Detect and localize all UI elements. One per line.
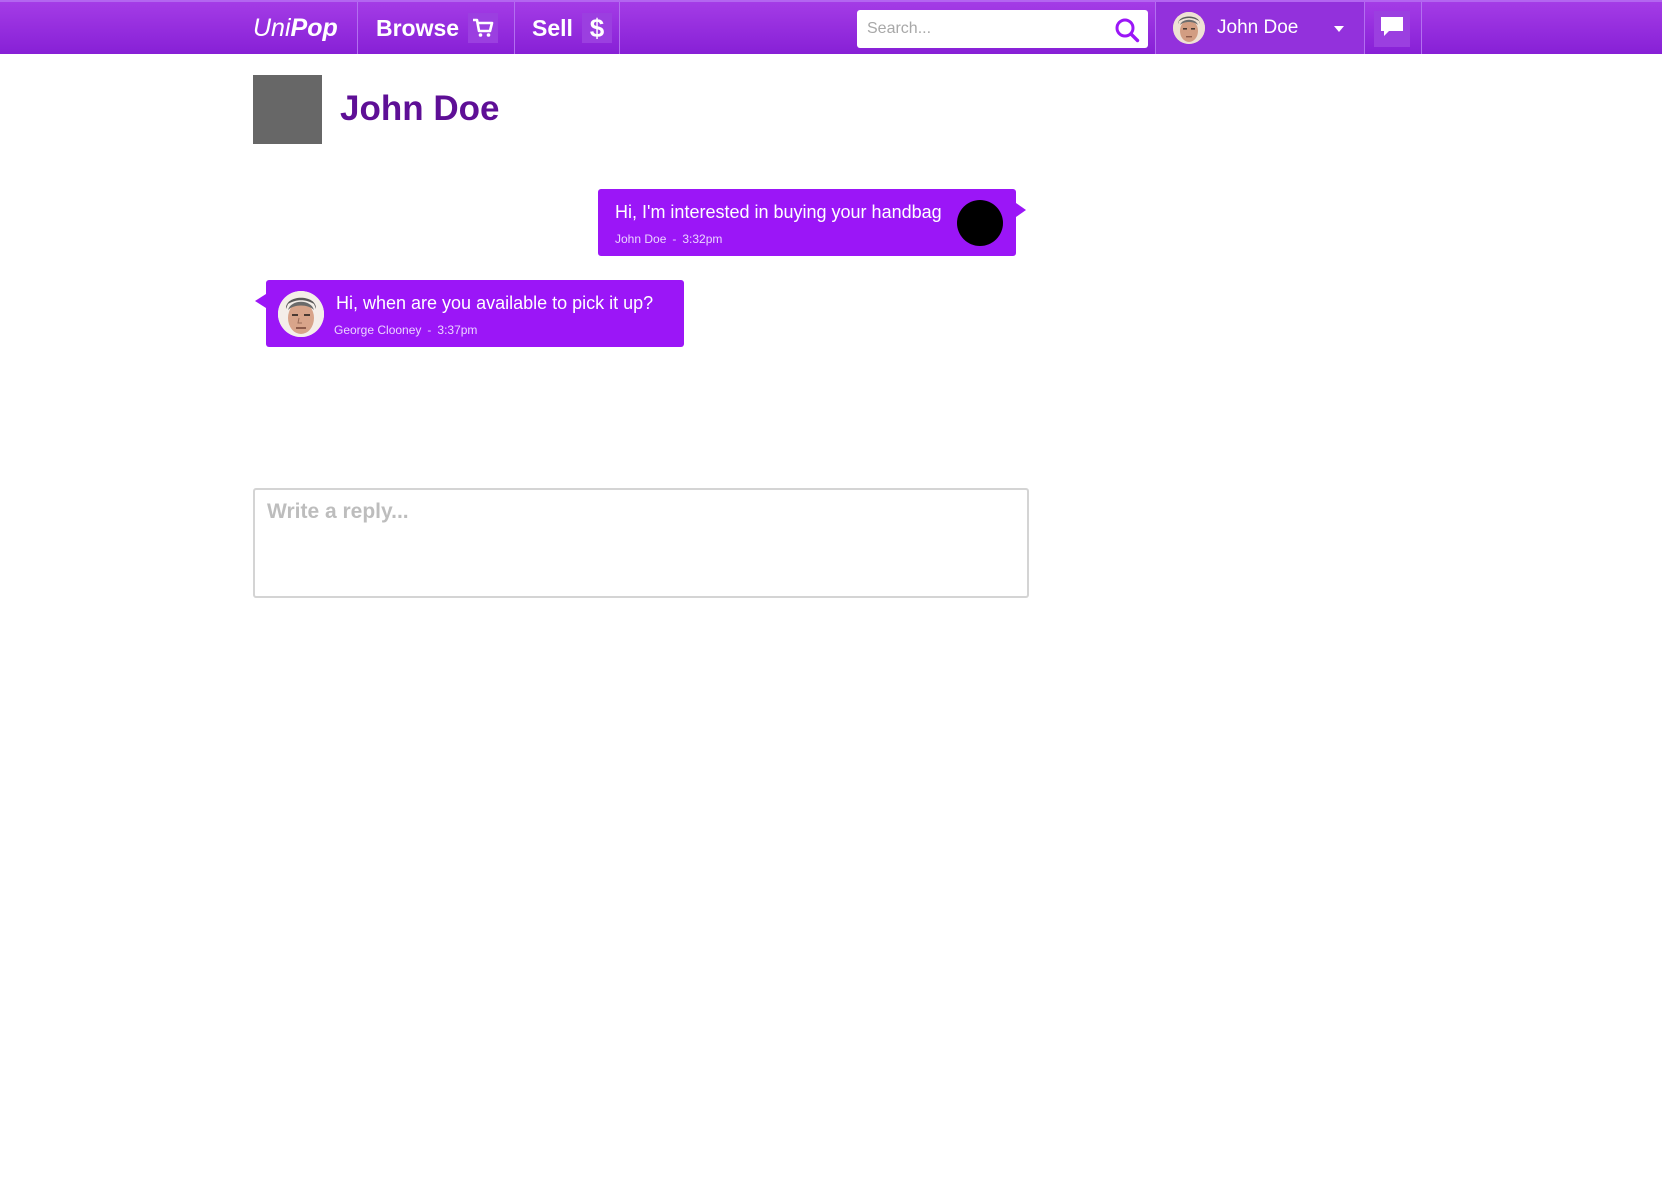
user-avatar: [1173, 12, 1205, 44]
chevron-down-icon: [1334, 26, 1344, 32]
sell-nav-button[interactable]: Sell $: [532, 2, 612, 54]
message-author: John Doe: [615, 232, 667, 246]
chat-icon: [1380, 16, 1404, 43]
message-time: 3:32pm: [682, 232, 723, 246]
message-time: 3:37pm: [437, 323, 478, 337]
nav-divider: [357, 2, 358, 54]
message-bubble-incoming: Hi, when are you available to pick it up…: [255, 280, 684, 347]
user-name: John Doe: [1217, 17, 1299, 38]
top-navbar: UniPop Browse Sell $ Search... John Doe: [0, 0, 1662, 54]
cart-icon: [468, 13, 499, 43]
nav-divider: [514, 2, 515, 54]
nav-divider: [1364, 2, 1365, 54]
bubble-tail: [1016, 203, 1026, 217]
search-icon[interactable]: [1114, 17, 1140, 43]
dollar-icon: $: [581, 13, 612, 43]
message-text: Hi, when are you available to pick it up…: [336, 293, 654, 313]
meta-separator: -: [427, 323, 432, 337]
search-box: [857, 10, 1148, 48]
page-title: John Doe: [340, 89, 500, 128]
brand-logo-uni: Uni: [253, 14, 291, 42]
browse-label: Browse: [376, 14, 460, 41]
nav-divider: [1421, 2, 1422, 54]
message-text: Hi, I'm interested in buying your handba…: [615, 202, 942, 222]
messages-button[interactable]: [1374, 11, 1410, 47]
search-input[interactable]: [857, 10, 1097, 48]
user-menu-dropdown[interactable]: John Doe: [1156, 2, 1364, 54]
sender-avatar: [957, 200, 1003, 246]
message-meta: George Clooney -3:37pm: [334, 323, 477, 337]
meta-separator: -: [672, 232, 677, 246]
nav-divider: [619, 2, 620, 54]
message-author: George Clooney: [334, 323, 422, 337]
sender-avatar: [278, 291, 324, 337]
reply-textarea[interactable]: [253, 488, 1029, 598]
message-bubble-outgoing: Hi, I'm interested in buying your handba…: [598, 189, 1026, 256]
brand-logo[interactable]: UniPop: [253, 2, 338, 54]
message-meta: John Doe -3:32pm: [615, 232, 722, 246]
browse-nav-button[interactable]: Browse: [376, 2, 499, 54]
profile-image-placeholder: [253, 75, 322, 144]
sell-label: Sell: [532, 14, 573, 41]
brand-logo-pop: Pop: [290, 14, 338, 42]
bubble-tail: [255, 294, 266, 308]
